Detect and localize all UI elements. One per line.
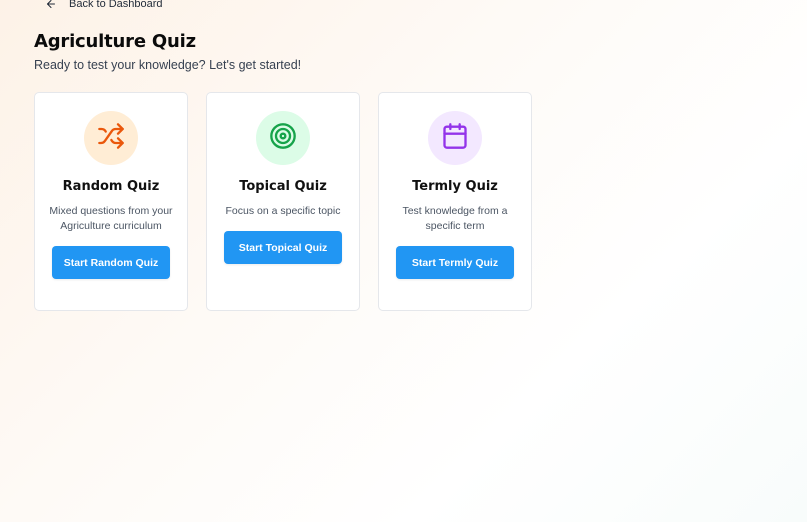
calendar-icon: [441, 122, 469, 155]
topical-quiz-title: Topical Quiz: [239, 179, 327, 194]
topical-quiz-card: Topical Quiz Focus on a specific topic S…: [206, 92, 360, 311]
topical-quiz-icon-badge: [256, 111, 310, 165]
start-topical-quiz-button[interactable]: Start Topical Quiz: [224, 231, 342, 264]
page-subtitle: Ready to test your knowledge? Let's get …: [34, 58, 302, 72]
arrow-left-icon: [45, 0, 57, 10]
start-random-quiz-button[interactable]: Start Random Quiz: [52, 246, 170, 279]
termly-quiz-card: Termly Quiz Test knowledge from a specif…: [378, 92, 532, 311]
shuffle-icon: [97, 122, 125, 155]
quiz-cards: Random Quiz Mixed questions from your Ag…: [34, 92, 532, 311]
topical-quiz-description: Focus on a specific topic: [225, 205, 341, 217]
termly-quiz-title: Termly Quiz: [412, 179, 498, 194]
random-quiz-title: Random Quiz: [62, 179, 160, 194]
random-quiz-description: Mixed questions from your Agriculture cu…: [49, 205, 173, 232]
start-termly-quiz-button[interactable]: Start Termly Quiz: [396, 246, 514, 279]
termly-quiz-icon-badge: [428, 111, 482, 165]
target-icon: [269, 122, 297, 155]
back-link-label: Back to Dashboard: [69, 0, 163, 10]
random-quiz-icon-badge: [84, 111, 138, 165]
termly-quiz-description: Test knowledge from a specific term: [402, 205, 508, 232]
page-title: Agriculture Quiz: [34, 31, 196, 52]
back-to-dashboard-link[interactable]: Back to Dashboard: [45, 0, 163, 13]
random-quiz-card: Random Quiz Mixed questions from your Ag…: [34, 92, 188, 311]
